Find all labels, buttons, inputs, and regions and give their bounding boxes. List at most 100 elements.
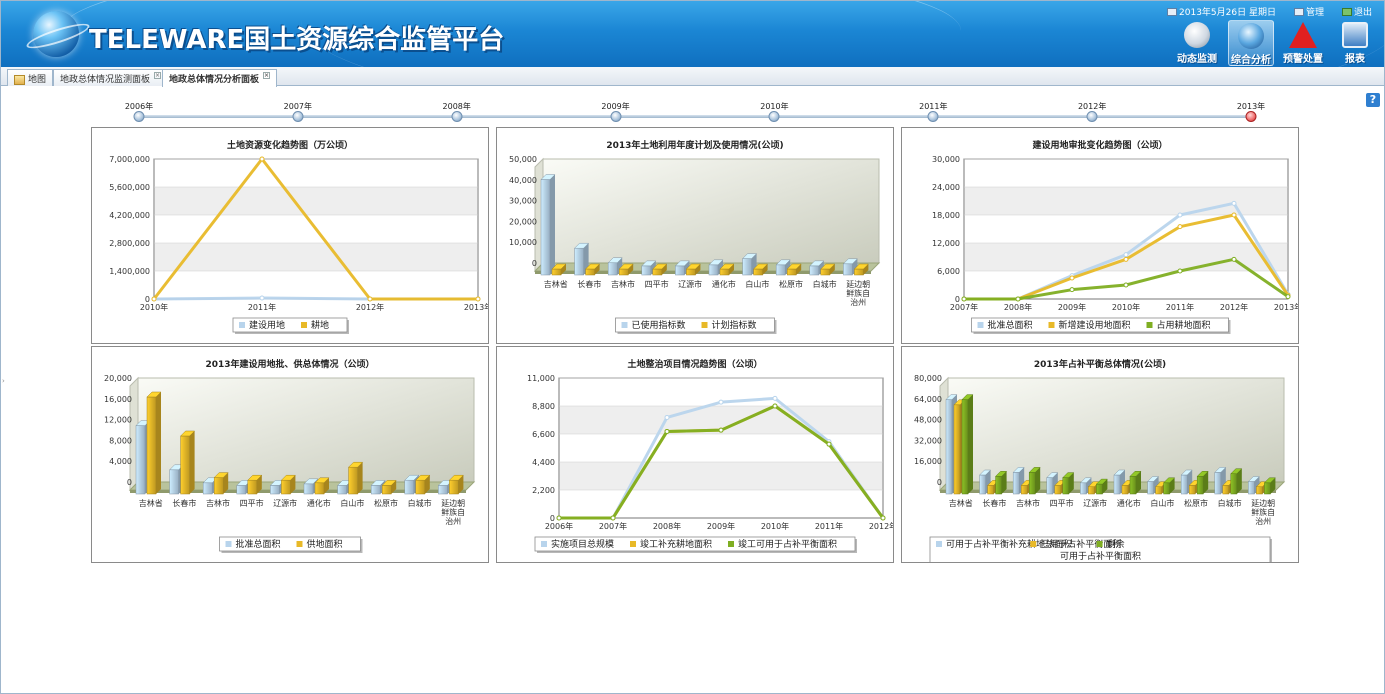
tab-land-monitor-panel[interactable]: 地政总体情况监测面板 × [53, 69, 169, 86]
bar-front [742, 258, 752, 276]
bar-front [1155, 486, 1162, 495]
timeline-year-node[interactable] [133, 111, 145, 122]
y-tick-label: 18,000 [932, 211, 960, 220]
x-tick-label: 长春市 [172, 498, 196, 508]
data-point [880, 515, 886, 521]
y-tick-label: 2,200 [532, 486, 555, 495]
nav-report-button[interactable]: 报表 [1332, 20, 1378, 66]
chart-title: 建设用地审批变化趋势图（公顷） [1032, 139, 1167, 151]
data-point [367, 296, 373, 302]
bar-front [540, 179, 551, 276]
x-tick-label: 白山市 [1150, 498, 1174, 508]
bar-front [1180, 474, 1188, 495]
data-point [1285, 294, 1291, 300]
legend-label: 占用耕地面积 [1157, 319, 1211, 331]
data-point [772, 403, 778, 409]
header-banner: TELEWARE国土资源综合监管平台 2013年5月26日 星期日 管理 退出 … [1, 1, 1384, 67]
timeline-year-node[interactable] [768, 111, 780, 122]
chart-svg: 2013年占补平衡总体情况(公顷) 80,000 64,000 48,000 32,00… [914, 358, 1286, 562]
bar-front [314, 482, 325, 495]
bar-front [652, 268, 663, 276]
x-tick-label: 2012年 [1220, 302, 1248, 312]
bar-front [1222, 485, 1230, 495]
bar-front [551, 268, 562, 276]
data-point [1015, 296, 1021, 302]
bar-side [357, 462, 363, 494]
legend-swatch [541, 541, 547, 547]
logout-link[interactable]: 退出 [1341, 5, 1372, 18]
data-point [1231, 212, 1237, 218]
chart-title: 土地资源变化趋势图（万公顷） [227, 139, 353, 151]
tab-map[interactable]: 地图 [7, 69, 54, 86]
x-tick-label: 白城市 [813, 279, 837, 289]
side-collapse-icon[interactable]: › [2, 377, 5, 385]
data-point [1069, 275, 1075, 281]
timeline-year-node[interactable] [451, 111, 463, 122]
y-tick-label: 30,000 [932, 155, 960, 164]
y-tick-label: 20,000 [509, 217, 537, 226]
nav-dynamic-monitor-button[interactable]: 动态监测 [1174, 20, 1220, 66]
y-tick-label: 16,000 [104, 395, 132, 404]
x-tick-label: 2008年 [653, 521, 681, 531]
bar-front [607, 262, 618, 276]
bar-front [675, 265, 685, 276]
legend-label: 竣工可用于占补平衡面积 [738, 538, 837, 550]
chart-construction-supply: 2013年建设用地批、供总体情况（公顷） 20,000 16,000 12,000 8,… [91, 346, 489, 563]
timeline-year-node[interactable] [610, 111, 622, 122]
year-timeline: 2006年 2007年 2008年 2009年 2010年 2011年 2012年 2013年 [1, 97, 1384, 125]
bar-front [1088, 486, 1095, 495]
close-icon[interactable]: × [263, 72, 271, 79]
legend-label: 耕地 [311, 319, 329, 331]
manage-link[interactable]: 管理 [1293, 5, 1324, 18]
timeline-year-node[interactable] [927, 111, 939, 122]
y-tick-label: 30,000 [509, 197, 537, 206]
plot-area [947, 377, 1285, 483]
timeline-year-node[interactable] [1245, 111, 1257, 122]
bar-front [979, 474, 986, 495]
app-window: TELEWARE国土资源综合监管平台 2013年5月26日 星期日 管理 退出 … [0, 0, 1385, 694]
y-tick-label: 20,000 [104, 374, 132, 383]
bar-side [550, 174, 555, 275]
bar-front [1096, 483, 1103, 495]
monitor-icon [1184, 22, 1210, 48]
x-tick-label: 2011年 [248, 302, 276, 312]
top-links: 2013年5月26日 星期日 管理 退出 [1153, 5, 1372, 18]
chart-construction-approval-trend: 建设用地审批变化趋势图（公顷） 30,000 24,000 18,000 12,000 6… [901, 127, 1299, 344]
nav-comprehensive-analysis-button[interactable]: 综合分析 [1228, 20, 1274, 66]
bar-front [987, 485, 994, 495]
x-tick-label: 延边朝鲜族自治州 [846, 279, 870, 307]
y-tick-label: 4,400 [532, 458, 555, 467]
bar-front [843, 263, 853, 276]
grid-band [155, 187, 477, 215]
nav-warning-button[interactable]: 预警处置 [1280, 20, 1326, 66]
data-point [718, 399, 724, 405]
y-tick-label: 8,000 [109, 436, 132, 445]
bar-front [719, 268, 730, 276]
x-tick-label: 2007年 [950, 302, 978, 312]
timeline-year-node[interactable] [292, 111, 304, 122]
y-tick-label: 11,000 [527, 374, 555, 383]
x-tick-label: 吉林省 [139, 498, 163, 508]
bar-front [618, 268, 629, 276]
x-tick-label: 2013年 [464, 302, 488, 312]
bar-front [281, 479, 291, 495]
bar-front [1129, 476, 1137, 495]
legend-swatch [701, 322, 708, 328]
chart-svg: 2013年建设用地批、供总体情况（公顷） 20,000 16,000 12,000 8,… [104, 358, 476, 553]
bar-front [449, 479, 459, 495]
y-tick-label: 4,000 [109, 457, 132, 466]
timeline-year-node[interactable] [1086, 111, 1098, 122]
data-point [556, 515, 562, 521]
bar-front [1147, 481, 1154, 495]
bar-front [1046, 477, 1054, 495]
data-point [1177, 224, 1183, 230]
tab-land-analysis-panel[interactable]: 地政总体情况分析面板 × [162, 69, 278, 87]
x-tick-label: 2010年 [1112, 302, 1140, 312]
legend-swatch [936, 541, 942, 547]
data-point [1177, 268, 1183, 274]
legend-label: 批准总面积 [988, 319, 1033, 331]
close-icon[interactable]: × [154, 72, 162, 79]
x-tick-label: 2010年 [140, 302, 168, 312]
x-tick-label: 吉林省 [544, 279, 568, 289]
y-tick-label: 12,000 [104, 416, 132, 425]
